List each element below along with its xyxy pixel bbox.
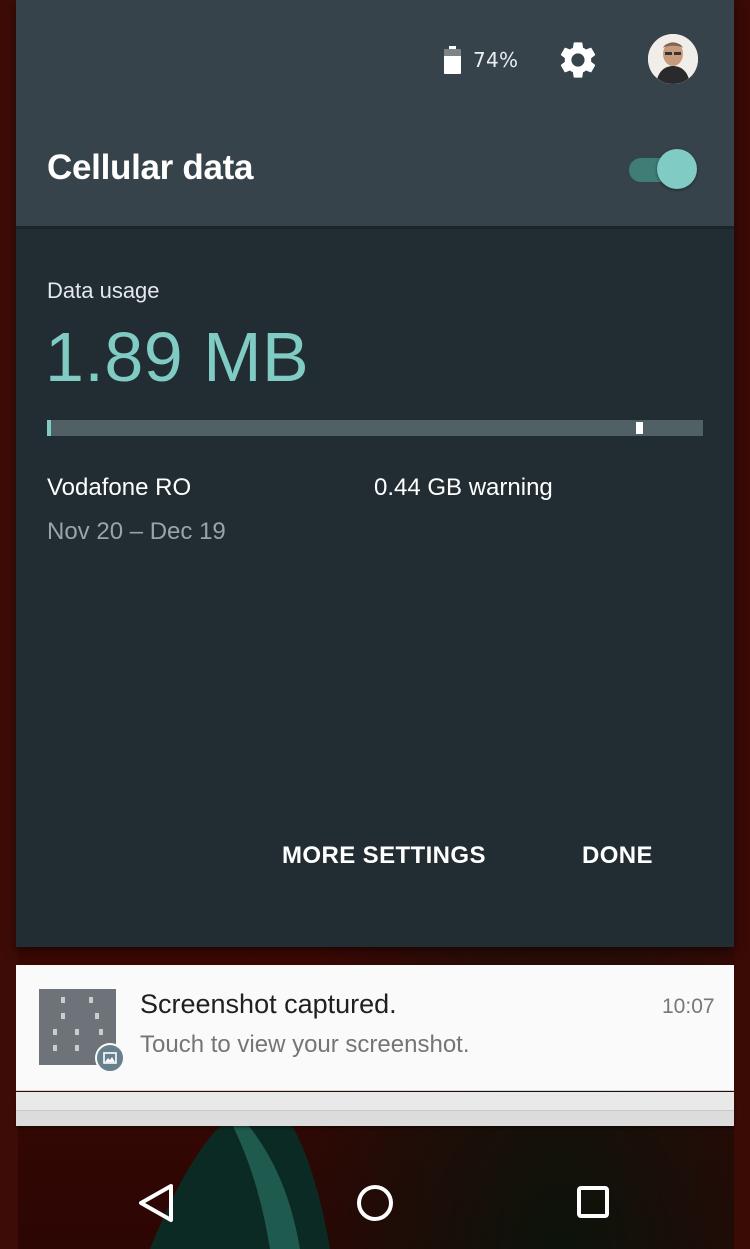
battery-icon	[444, 46, 461, 74]
cellular-data-title: Cellular data	[47, 148, 254, 187]
image-icon	[95, 1043, 125, 1073]
data-usage-value: 1.89 MB	[45, 318, 310, 396]
data-warning: 0.44 GB warning	[374, 474, 553, 501]
carrier-name: Vodafone RO	[47, 474, 192, 501]
home-icon[interactable]	[345, 1173, 405, 1233]
data-usage-used	[47, 420, 51, 436]
notification-title: Screenshot captured.	[140, 989, 397, 1019]
more-settings-button[interactable]: MORE SETTINGS	[282, 842, 486, 882]
notification-time: 10:07	[662, 995, 715, 1018]
data-usage-label: Data usage	[47, 278, 160, 303]
gear-icon[interactable]	[556, 38, 600, 82]
navigation-bar	[0, 1157, 750, 1249]
back-icon[interactable]	[127, 1173, 187, 1233]
screenshot-notification[interactable]: Screenshot captured. Touch to view your …	[16, 965, 734, 1091]
cellular-data-toggle[interactable]	[627, 149, 699, 191]
quick-settings-header: 74% Cellular data	[16, 0, 734, 229]
notification-stack-edge	[16, 1092, 734, 1111]
battery-percentage: 74%	[473, 48, 519, 72]
billing-period: Nov 20 – Dec 19	[47, 518, 226, 545]
done-button[interactable]: DONE	[582, 842, 653, 882]
data-usage-bar	[47, 420, 703, 436]
battery-status[interactable]: 74%	[444, 44, 536, 76]
quick-settings-panel: 74% Cellular data Data usage 1.89 MB Vod…	[16, 0, 734, 947]
notification-text: Touch to view your screenshot.	[140, 1031, 470, 1058]
warning-marker	[636, 422, 643, 434]
user-avatar[interactable]	[648, 34, 698, 84]
recents-icon[interactable]	[564, 1173, 624, 1233]
